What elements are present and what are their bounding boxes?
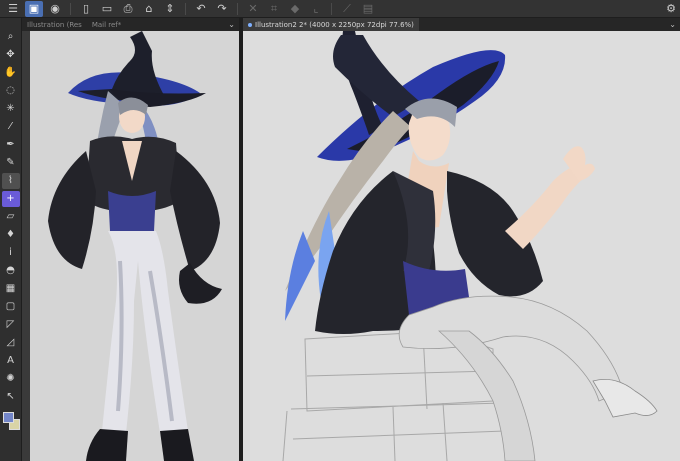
clear-icon[interactable]: ✕ <box>244 1 262 17</box>
undo-icon[interactable]: ↶ <box>192 1 210 17</box>
separator <box>331 2 332 15</box>
hand-icon[interactable]: ✋ <box>2 65 20 81</box>
settings-icon[interactable]: ⚙ <box>662 1 680 17</box>
new-file-icon[interactable]: ▯ <box>77 1 95 17</box>
illustration-paper <box>243 31 680 461</box>
lasso-icon[interactable]: ◌ <box>2 83 20 99</box>
tab-label: Illustration (Res <box>27 20 82 29</box>
chevron-down-icon[interactable]: ⌄ <box>228 20 239 29</box>
separator <box>70 2 71 15</box>
spin-icon[interactable]: ⇕ <box>161 1 179 17</box>
eraser-icon[interactable]: ▱ <box>2 209 20 225</box>
right-tab-bar: Illustration2 2* (4000 x 2250px 72dpi 77… <box>243 18 680 31</box>
blend-icon[interactable]: ♦ <box>2 227 20 243</box>
layer-icon[interactable]: ▤ <box>359 1 377 17</box>
modified-dot-icon <box>248 22 252 27</box>
move-icon[interactable]: ✥ <box>2 47 20 63</box>
separator <box>185 2 186 15</box>
record-icon[interactable]: ◉ <box>46 1 64 17</box>
fill-bucket-icon[interactable]: ◓ <box>2 263 20 279</box>
tab-label: Illustration2 2* (4000 x 2250px 72dpi 77… <box>255 20 414 29</box>
crop-icon[interactable]: ⌞ <box>307 1 325 17</box>
text-icon[interactable]: A <box>2 353 20 369</box>
redo-icon[interactable]: ↷ <box>213 1 231 17</box>
figure-icon[interactable]: ▢ <box>2 299 20 315</box>
save-icon[interactable]: ⎙ <box>119 1 137 17</box>
pen-icon[interactable]: ✒ <box>2 137 20 153</box>
color-swatches[interactable] <box>1 411 21 433</box>
pencil-icon[interactable]: ✎ <box>2 155 20 171</box>
canvas-icon[interactable]: ▣ <box>25 0 43 17</box>
left-tab-bar: Illustration (Res Mail ref* ⌄ <box>22 18 239 31</box>
ruler-tool-icon[interactable]: ◿ <box>2 335 20 351</box>
tab-illustration-res[interactable]: Illustration (Res <box>22 18 87 31</box>
brush-icon[interactable]: ⌇ <box>1 173 20 189</box>
tab-label: Mail ref* <box>91 20 122 29</box>
command-bar: ☰ ▣ ◉ ▯ ▭ ⎙ ⌂ ⇕ ↶ ↷ ✕ ⌗ ◆ ⌞ ⟋ ▤ ⚙ <box>0 0 680 18</box>
airbrush-icon[interactable]: ⅰ <box>2 245 20 261</box>
transform-icon[interactable]: ⌗ <box>265 1 283 17</box>
chevron-down-icon[interactable]: ⌄ <box>669 20 680 29</box>
main-color[interactable] <box>2 412 14 423</box>
separator <box>237 2 238 15</box>
balloon-icon[interactable]: ✺ <box>2 371 20 387</box>
frame-icon[interactable]: ◸ <box>2 317 20 333</box>
illustration-canvas[interactable] <box>243 31 680 461</box>
decoration-icon[interactable]: + <box>1 191 20 207</box>
tool-bar: ⌕ ✥ ✋ ◌ ✳ ⁄ ✒ ✎ ⌇ + ▱ ♦ ⅰ ◓ ▦ ▢ ◸ ◿ A ✺ … <box>0 18 22 461</box>
menu-icon[interactable]: ☰ <box>4 1 22 17</box>
illustration-artwork <box>282 31 658 461</box>
open-folder-icon[interactable]: ▭ <box>98 1 116 17</box>
tab-mail-ref[interactable]: Mail ref* <box>87 18 126 31</box>
ruler-icon[interactable]: ⟋ <box>338 1 356 17</box>
zoom-icon[interactable]: ⌕ <box>2 29 20 45</box>
fill-icon[interactable]: ◆ <box>286 1 304 17</box>
magic-wand-icon[interactable]: ✳ <box>2 101 20 117</box>
tab-illustration2[interactable]: Illustration2 2* (4000 x 2250px 72dpi 77… <box>243 18 419 31</box>
correction-icon[interactable]: ↖ <box>2 389 20 405</box>
eyedropper-icon[interactable]: ⁄ <box>2 119 20 135</box>
upload-icon[interactable]: ⌂ <box>140 1 158 17</box>
clip-studio-window: ☰ ▣ ◉ ▯ ▭ ⎙ ⌂ ⇕ ↶ ↷ ✕ ⌗ ◆ ⌞ ⟋ ▤ ⚙ ⌕ ✥ ✋ … <box>0 0 680 461</box>
reference-artwork <box>48 31 222 461</box>
reference-canvas[interactable] <box>22 31 239 461</box>
reference-paper <box>30 31 239 461</box>
gradient-icon[interactable]: ▦ <box>2 281 20 297</box>
